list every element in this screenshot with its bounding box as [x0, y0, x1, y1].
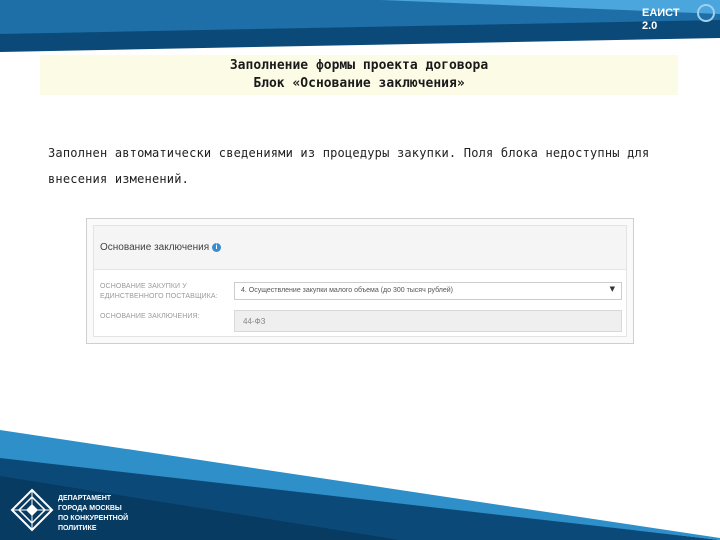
basis-label: ОСНОВАНИЕ ЗАКУПКИ У ЕДИНСТВЕННОГО ПОСТАВ…: [100, 283, 218, 300]
law-field[interactable]: 44-ФЗ: [234, 310, 622, 332]
slide-title: Заполнение формы проекта договора Блок «…: [40, 55, 678, 95]
department-logo-icon: [10, 488, 54, 532]
top-banner: [0, 0, 720, 52]
slide-title-line2: Блок «Основание заключения»: [253, 76, 465, 91]
basis-select[interactable]: 4. Осуществление закупки малого объема (…: [234, 282, 622, 300]
brand-logo-icon: [697, 4, 715, 22]
brand-label: ЕАИСТ 2.0: [642, 7, 680, 32]
slide-description: Заполнен автоматически сведениями из про…: [48, 146, 650, 186]
law-field-value: 44-ФЗ: [243, 317, 266, 326]
info-icon[interactable]: i: [212, 243, 221, 252]
section-title: Основание заключения: [100, 242, 210, 253]
law-label: ОСНОВАНИЕ ЗАКЛЮЧЕНИЯ:: [100, 313, 200, 320]
form-screenshot: Основание заключения i ОСНОВАНИЕ ЗАКУПКИ…: [86, 218, 634, 344]
department-name: ДЕПАРТАМЕНТ ГОРОДА МОСКВЫ ПО КОНКУРЕНТНО…: [58, 495, 129, 532]
section-header: Основание заключения i: [94, 226, 626, 270]
slide-title-line1: Заполнение формы проекта договора: [229, 58, 489, 73]
basis-select-value: 4. Осуществление закупки малого объема (…: [241, 287, 453, 294]
form-panel: Основание заключения i ОСНОВАНИЕ ЗАКУПКИ…: [93, 225, 627, 337]
chevron-down-icon: ▼: [609, 285, 615, 293]
